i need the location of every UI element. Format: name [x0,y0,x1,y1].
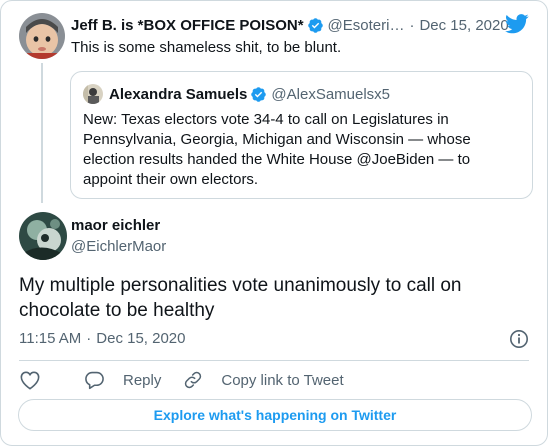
author-handle[interactable]: @EichlerMaor [71,238,166,255]
like-button[interactable] [19,370,50,390]
separator-dot: · [409,16,415,34]
avatar [83,84,103,104]
author-handle[interactable]: @Esoteri… [328,17,405,34]
verified-badge-icon [307,17,324,34]
tweet-actions: Reply Copy link to Tweet [19,369,344,391]
tweet-date[interactable]: Dec 15, 2020 [96,330,185,347]
reply-label: Reply [123,371,162,389]
quoted-author-handle: @AlexSamuelsx5 [271,85,391,103]
divider [19,360,529,361]
copy-link-label: Copy link to Tweet [221,371,344,389]
parent-tweet-text: This is some shameless shit, to be blunt… [71,39,342,56]
tweet-timestamp[interactable]: 11:15 AM · Dec 15, 2020 [19,330,186,347]
link-icon [183,370,212,390]
thread-line [41,63,43,203]
avatar[interactable] [19,13,65,59]
author-name[interactable]: Jeff B. is *BOX OFFICE POISON* [71,17,304,34]
reply-button[interactable]: Reply [84,370,161,390]
tweet-text: My multiple personalities vote unanimous… [19,275,462,321]
explore-button[interactable]: Explore what's happening on Twitter [18,399,532,431]
quoted-tweet-text: New: Texas electors vote 34-4 to call on… [83,111,471,188]
heart-icon [19,370,50,390]
quoted-tweet-header: Alexandra Samuels @AlexSamuelsx5 [83,84,390,104]
avatar[interactable] [19,212,67,260]
quoted-tweet[interactable]: Alexandra Samuels @AlexSamuelsx5 New: Te… [70,71,533,199]
tweet-time[interactable]: 11:15 AM [19,330,81,347]
tweet-embed-card: Jeff B. is *BOX OFFICE POISON* @Esoteri…… [0,0,548,446]
verified-badge-icon [250,86,267,103]
info-icon[interactable] [509,329,529,354]
copy-link-button[interactable]: Copy link to Tweet [183,370,344,390]
parent-tweet-header: Jeff B. is *BOX OFFICE POISON* @Esoteri…… [71,14,529,38]
tweet-date[interactable]: Dec 15, 2020 [419,17,508,34]
quoted-author-name: Alexandra Samuels [109,85,248,103]
separator-dot: · [86,330,92,347]
reply-bubble-icon [84,370,114,390]
author-name[interactable]: maor eichler [71,217,160,234]
twitter-bird-icon[interactable] [505,14,529,38]
